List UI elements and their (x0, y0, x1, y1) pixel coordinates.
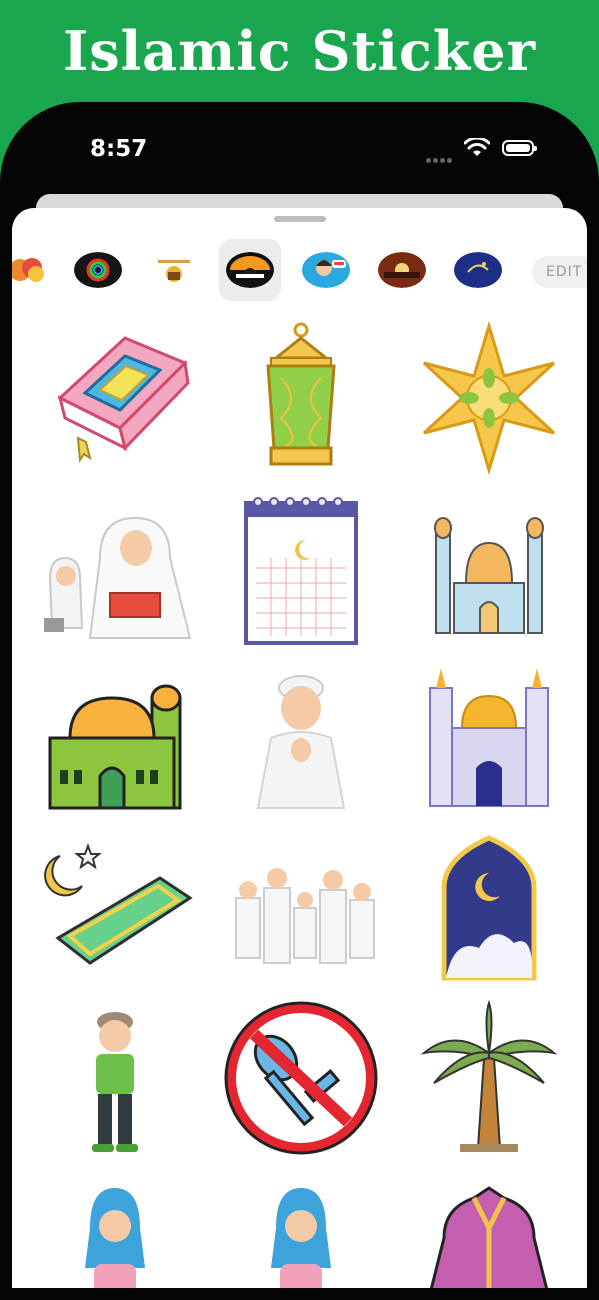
sticker-quran-book[interactable] (30, 318, 200, 478)
wifi-icon (464, 138, 490, 156)
sticker-girl-hijab-1[interactable] (30, 1168, 200, 1288)
sticker-praying-boy[interactable] (216, 658, 386, 818)
battery-icon (502, 140, 537, 156)
sticker-star[interactable] (404, 318, 574, 478)
sticker-palm-tree[interactable] (404, 998, 574, 1158)
sticker-prayer-mat-moon[interactable] (30, 828, 200, 988)
sticker-girl-hijab-2[interactable] (216, 1168, 386, 1288)
pack-girl[interactable] (302, 252, 350, 288)
pack-ramadan-text[interactable] (150, 252, 198, 288)
promo-banner: Islamic Sticker (0, 0, 599, 110)
sticker-lantern[interactable] (216, 318, 386, 478)
sticker-sheet: EDIT (12, 208, 587, 1288)
sticker-blue-mosque[interactable] (404, 488, 574, 648)
sticker-ramadan-calendar[interactable] (216, 488, 386, 648)
pack-ring[interactable] (74, 252, 122, 288)
sticker-no-eating-sign[interactable] (216, 998, 386, 1158)
pack-greeting[interactable] (454, 252, 502, 288)
sticker-purple-mosque[interactable] (404, 658, 574, 818)
pack-islamic-stickers[interactable] (226, 252, 274, 288)
sticker-family-group[interactable] (216, 828, 386, 988)
edit-button[interactable]: EDIT (532, 256, 587, 288)
status-time: 8:57 (90, 136, 148, 162)
sticker-green-mosque[interactable] (30, 658, 200, 818)
signal-dots-icon (426, 148, 454, 167)
sticker-mother-child-reading[interactable] (30, 488, 200, 648)
status-bar: 8:57 (0, 130, 599, 170)
pack-bar: EDIT (12, 238, 587, 304)
pack-emoji-faces[interactable] (12, 252, 50, 288)
sticker-standing-boy[interactable] (30, 998, 200, 1158)
sticker-moon-arch[interactable] (404, 828, 574, 988)
pack-sunset[interactable] (378, 252, 426, 288)
banner-title: Islamic Sticker (62, 19, 537, 83)
sticker-purple-robe[interactable] (404, 1168, 574, 1288)
sheet-grabber[interactable] (274, 216, 326, 222)
